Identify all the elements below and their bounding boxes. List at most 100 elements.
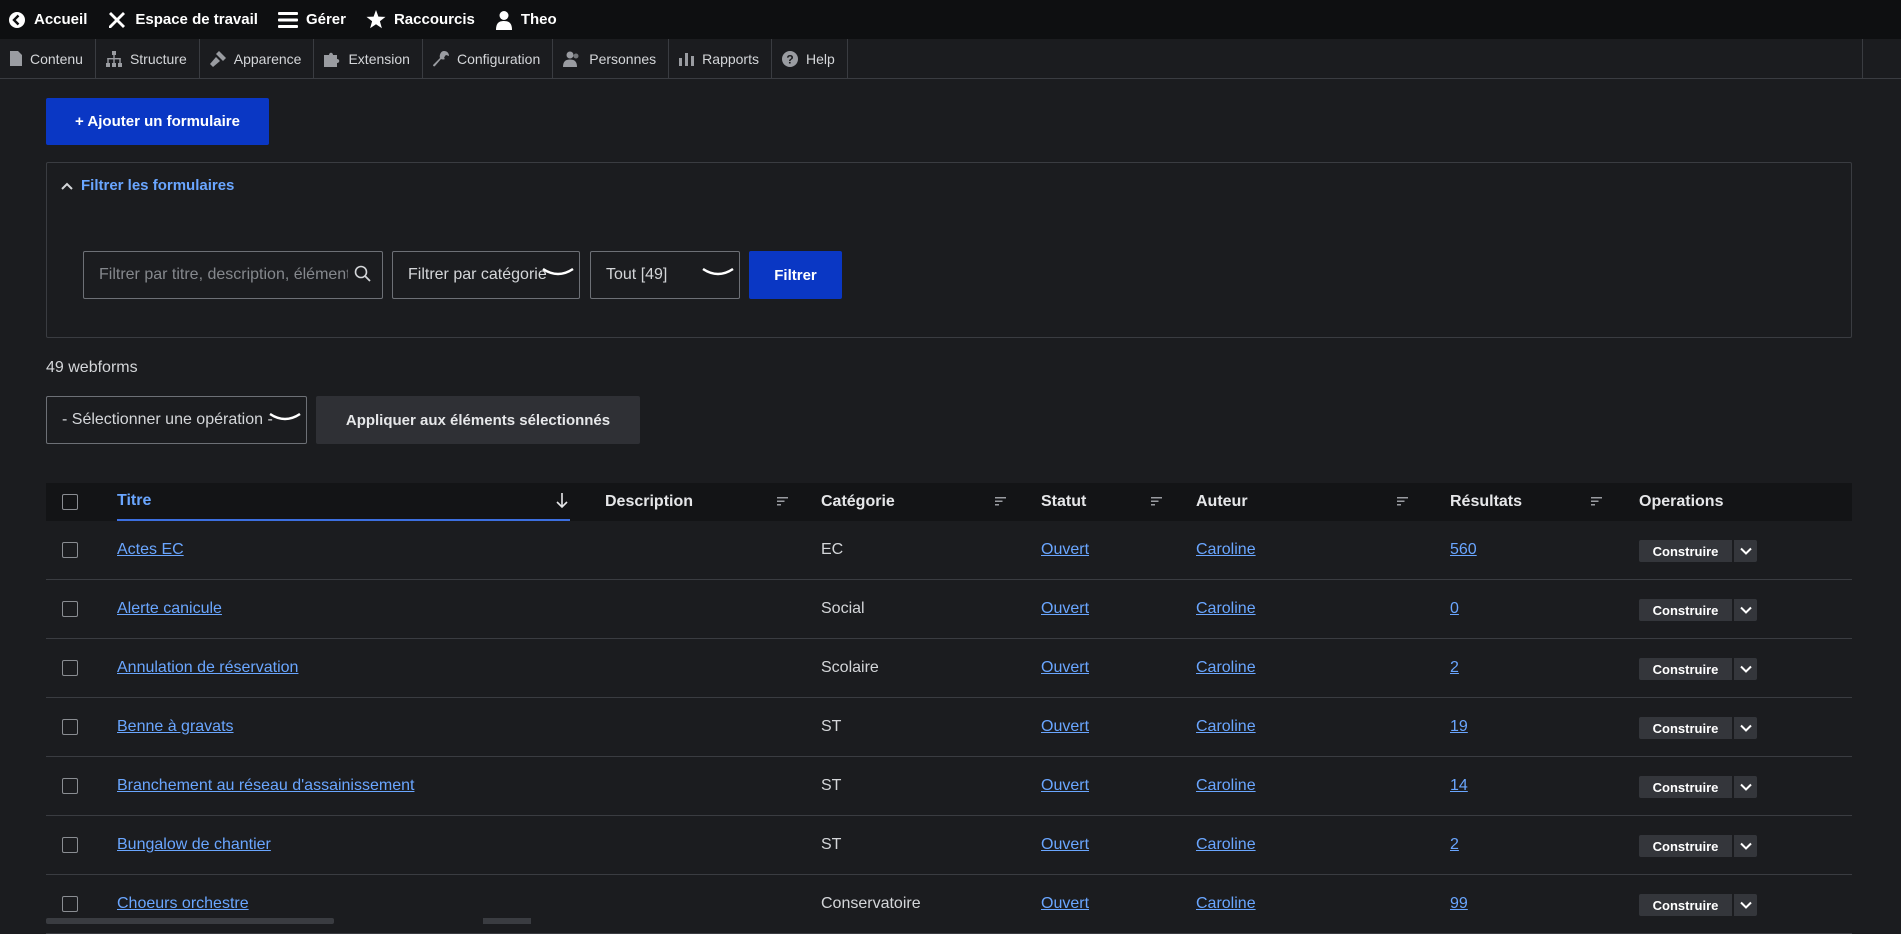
toolbar-shortcuts[interactable]: Raccourcis [356,0,485,39]
status-link[interactable]: Ouvert [1041,777,1089,795]
toolbar-manage[interactable]: Gérer [268,0,356,39]
row-checkbox[interactable] [62,660,78,676]
results-link[interactable]: 0 [1450,600,1459,618]
operations-toggle[interactable] [1734,658,1757,680]
status-link[interactable]: Ouvert [1041,718,1089,736]
apply-bulk-button[interactable]: Appliquer aux éléments sélectionnés [316,396,640,444]
column-header-author[interactable]: Auteur [1196,483,1408,521]
author-link[interactable]: Caroline [1196,718,1256,736]
filter-details: Filtrer les formulaires Filtrer par caté… [46,162,1852,338]
results-link[interactable]: 2 [1450,659,1459,677]
status-link[interactable]: Ouvert [1041,600,1089,618]
cell-results: 19 [1450,698,1468,756]
cell-category: ST [821,836,842,853]
build-button[interactable]: Construire [1639,540,1732,562]
toolbar-user[interactable]: Theo [485,0,567,39]
filter-summary-toggle[interactable]: Filtrer les formulaires [61,177,234,194]
status-link[interactable]: Ouvert [1041,659,1089,677]
operations-dropbutton: Construire [1639,658,1757,680]
toolbar-home[interactable]: Accueil [0,0,97,39]
menu-item-help[interactable]: ? Help [772,39,848,78]
scrollbar-thumb[interactable] [483,918,531,924]
operations-toggle[interactable] [1734,894,1757,916]
operations-toggle[interactable] [1734,540,1757,562]
filter-submit-button[interactable]: Filtrer [749,251,842,299]
cell-status: Ouvert [1041,757,1089,815]
bulk-operation-select[interactable]: - Sélectionner une opération - [46,396,307,444]
status-link[interactable]: Ouvert [1041,541,1089,559]
search-input[interactable] [83,251,383,299]
add-webform-button[interactable]: + Ajouter un formulaire [46,98,269,145]
status-link[interactable]: Ouvert [1041,836,1089,854]
author-link[interactable]: Caroline [1196,895,1256,913]
build-button[interactable]: Construire [1639,835,1732,857]
menu-item-configuration[interactable]: Configuration [423,39,554,78]
build-button[interactable]: Construire [1639,894,1732,916]
cell-category: EC [821,541,844,558]
cell-category: ST [821,777,842,794]
state-select-value: Tout [49] [606,266,668,283]
tray-toggle[interactable] [1862,39,1901,78]
webform-title-link[interactable]: Bungalow de chantier [117,836,271,854]
column-header-status[interactable]: Statut [1041,483,1162,521]
author-link[interactable]: Caroline [1196,600,1256,618]
sort-icon [1591,497,1602,506]
menu-item-people[interactable]: Personnes [553,39,670,78]
menu-item-reports[interactable]: Rapports [669,39,772,78]
menu-item-extension[interactable]: Extension [314,39,423,78]
cell-author: Caroline [1196,816,1256,874]
row-checkbox[interactable] [62,542,78,558]
chevron-down-icon [1739,783,1752,791]
results-link[interactable]: 560 [1450,541,1477,559]
author-link[interactable]: Caroline [1196,541,1256,559]
row-checkbox[interactable] [62,896,78,912]
chevron-down-icon [1739,547,1752,555]
operations-toggle[interactable] [1734,835,1757,857]
operations-toggle[interactable] [1734,717,1757,739]
webform-title-link[interactable]: Choeurs orchestre [117,895,249,913]
toolbar-workspace[interactable]: Espace de travail [97,0,268,39]
row-checkbox[interactable] [62,719,78,735]
operations-toggle[interactable] [1734,599,1757,621]
row-checkbox[interactable] [62,778,78,794]
sort-icon [1151,497,1162,506]
operations-dropbutton: Construire [1639,540,1757,562]
state-select[interactable]: Tout [49] [590,251,740,299]
column-header-label: Auteur [1196,493,1248,510]
row-checkbox[interactable] [62,837,78,853]
select-all-checkbox[interactable] [62,494,78,510]
column-header-category[interactable]: Catégorie [821,483,1006,521]
column-header-title[interactable]: Titre [117,483,570,521]
menu-item-structure[interactable]: Structure [96,39,200,78]
build-button[interactable]: Construire [1639,658,1732,680]
webform-title-link[interactable]: Annulation de réservation [117,659,298,677]
build-button[interactable]: Construire [1639,776,1732,798]
webform-title-link[interactable]: Actes EC [117,541,184,559]
horizontal-scrollbar[interactable] [46,918,334,924]
operations-toggle[interactable] [1734,776,1757,798]
chevron-down-icon [1739,724,1752,732]
table-body: Actes EC EC Ouvert Caroline 560 Construi… [46,521,1852,934]
webform-title-link[interactable]: Benne à gravats [117,718,234,736]
table-row: Alerte canicule Social Ouvert Caroline 0… [46,580,1852,639]
results-link[interactable]: 99 [1450,895,1468,913]
build-button[interactable]: Construire [1639,599,1732,621]
author-link[interactable]: Caroline [1196,659,1256,677]
author-link[interactable]: Caroline [1196,777,1256,795]
column-header-description[interactable]: Description [605,483,788,521]
cell-title: Choeurs orchestre [117,875,249,933]
status-link[interactable]: Ouvert [1041,895,1089,913]
operations-dropbutton: Construire [1639,717,1757,739]
webform-title-link[interactable]: Alerte canicule [117,600,222,618]
build-button[interactable]: Construire [1639,717,1732,739]
menu-item-appearance[interactable]: Apparence [200,39,315,78]
results-link[interactable]: 2 [1450,836,1459,854]
webform-title-link[interactable]: Branchement au réseau d'assainissement [117,777,414,795]
row-checkbox[interactable] [62,601,78,617]
results-link[interactable]: 19 [1450,718,1468,736]
menu-item-content[interactable]: Contenu [0,39,96,78]
author-link[interactable]: Caroline [1196,836,1256,854]
results-link[interactable]: 14 [1450,777,1468,795]
column-header-results[interactable]: Résultats [1450,483,1602,521]
category-select[interactable]: Filtrer par catégorie [392,251,580,299]
